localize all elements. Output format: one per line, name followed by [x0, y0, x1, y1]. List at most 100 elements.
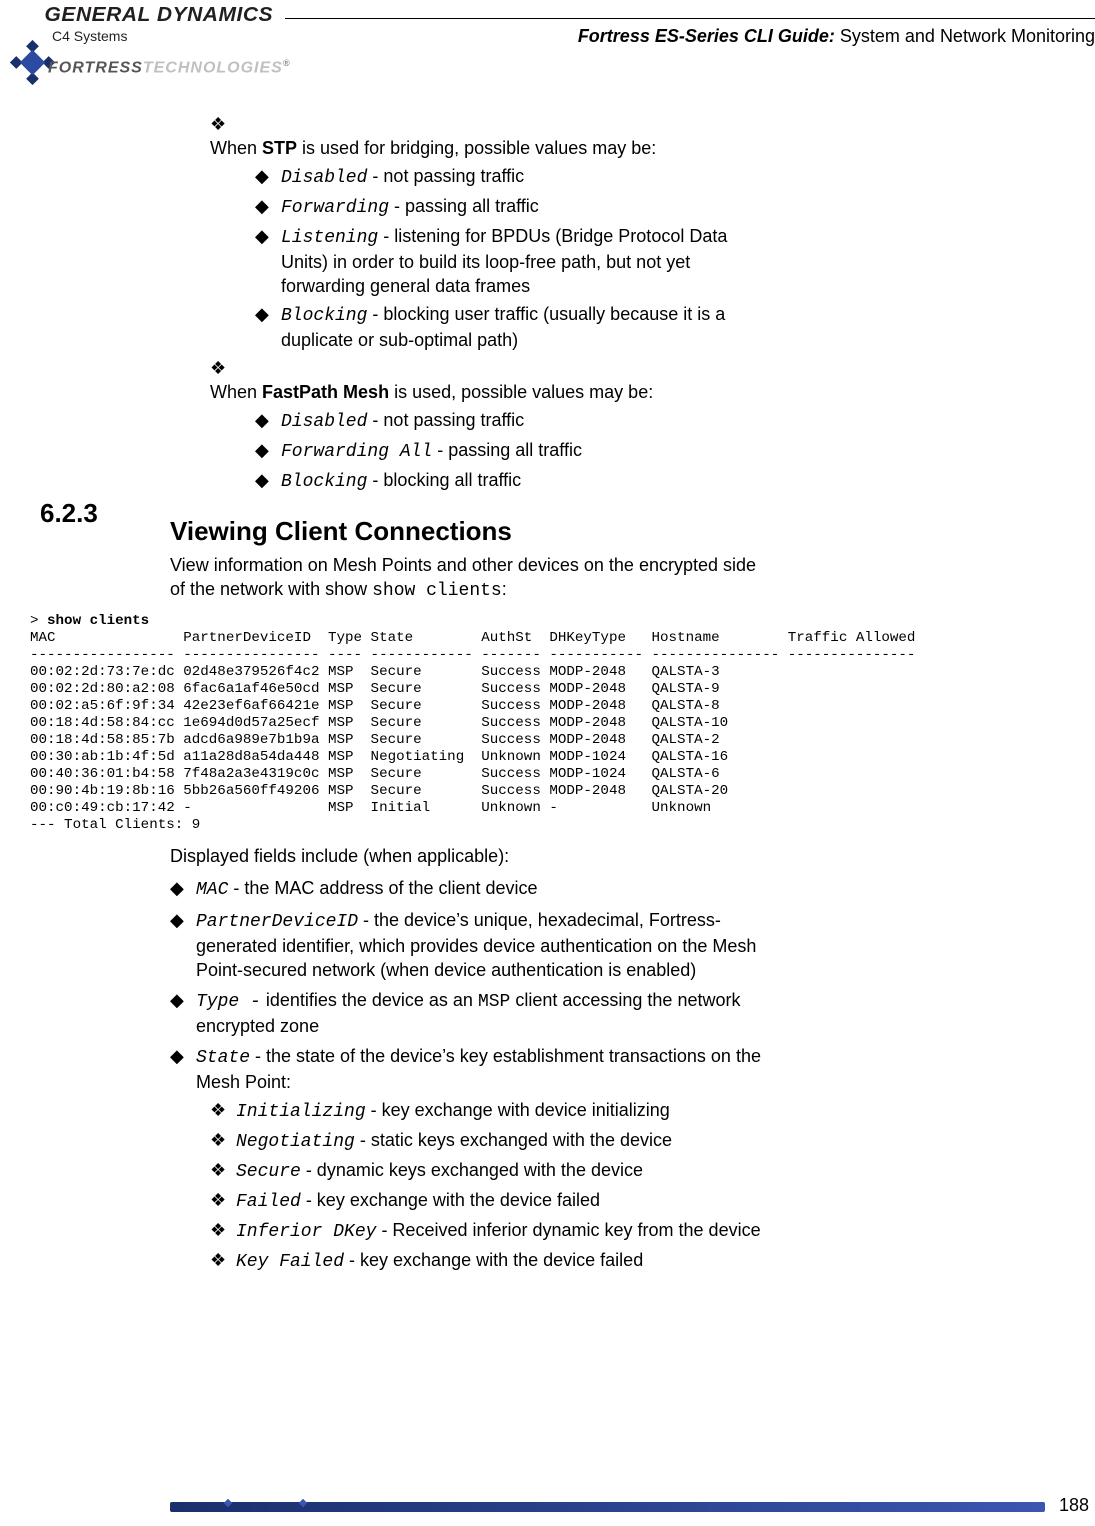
- guide-title: Fortress ES-Series CLI Guide: System and…: [578, 26, 1095, 47]
- technologies-word: TECHNOLOGIES: [143, 59, 283, 76]
- bullet-diamond-icon: ◆: [255, 408, 281, 432]
- code-value: Forwarding All: [281, 442, 432, 462]
- cli-line: 00:02:2d:73:7e:dc 02d48e379526f4c2 MSP S…: [30, 664, 720, 680]
- state-code: Initializing: [236, 1102, 366, 1122]
- section-heading: Viewing Client Connections: [170, 516, 770, 547]
- state-desc: - key exchange with device initializing: [366, 1100, 670, 1120]
- state-sublist: ❖Initializing - key exchange with device…: [170, 1098, 770, 1274]
- bullet-cross-icon: ❖: [210, 1188, 236, 1212]
- cli-line: 00:c0:49:cb:17:42 - MSP Initial Unknown …: [30, 800, 711, 816]
- fpm-values: ◆Disabled - not passing traffic ◆Forward…: [210, 408, 770, 494]
- list-item: ❖Secure - dynamic keys exchanged with th…: [210, 1158, 770, 1184]
- registered-mark: ®: [283, 58, 291, 68]
- bullet-diamond-icon: ◆: [255, 468, 281, 492]
- fields-list: ◆MAC - the MAC address of the client dev…: [170, 876, 770, 1274]
- bullet-cross-icon: ❖: [210, 112, 236, 136]
- value-desc: - not passing traffic: [367, 410, 524, 430]
- field-item: ◆MAC - the MAC address of the client dev…: [170, 876, 770, 902]
- state-desc: - Received inferior dynamic key from the…: [376, 1220, 760, 1240]
- fields-column: Displayed fields include (when applicabl…: [170, 844, 770, 1274]
- section-intro-cmd: show clients: [372, 581, 502, 601]
- cli-line: 00:02:a5:6f:9f:34 42e23ef6af66421e MSP S…: [30, 698, 720, 714]
- page-header: GENERAL DYNAMICS C4 Systems FORTRESSTECH…: [0, 0, 1095, 95]
- bullet-cross-icon: ❖: [210, 1158, 236, 1182]
- page-number: 188: [1059, 1495, 1089, 1516]
- bullet-diamond-icon: ◆: [170, 876, 196, 900]
- field-desc: - the MAC address of the client device: [228, 878, 537, 898]
- bullet-cross-icon: ❖: [210, 1098, 236, 1122]
- page-content: ❖ When STP is used for bridging, possibl…: [0, 108, 1095, 1280]
- list-item: ◆Disabled - not passing traffic: [255, 164, 770, 190]
- field-code: PartnerDeviceID: [196, 912, 358, 932]
- cli-line: --- Total Clients: 9: [30, 817, 200, 833]
- field-item: ◆PartnerDeviceID - the device’s unique, …: [170, 908, 770, 982]
- list-item: ◆Listening - listening for BPDUs (Bridge…: [255, 224, 770, 298]
- cli-line: 00:40:36:01:b4:58 7f48a2a3e4319c0c MSP S…: [30, 766, 720, 782]
- stp-bold: STP: [262, 138, 297, 158]
- value-desc: - passing all traffic: [432, 440, 582, 460]
- list-item: ◆Forwarding All - passing all traffic: [255, 438, 770, 464]
- cli-line: 00:18:4d:58:85:7b adcd6a989e7b1b9a MSP S…: [30, 732, 720, 748]
- fpm-intro-item: ❖ When FastPath Mesh is used, possible v…: [210, 356, 770, 494]
- code-value: Disabled: [281, 412, 367, 432]
- value-desc: - blocking all traffic: [367, 470, 521, 490]
- state-code: Key Failed: [236, 1252, 344, 1272]
- field-item: ◆State - the state of the device’s key e…: [170, 1044, 770, 1274]
- fpm-bold: FastPath Mesh: [262, 382, 389, 402]
- field-code: State: [196, 1048, 250, 1068]
- stp-intro-item: ❖ When STP is used for bridging, possibl…: [210, 112, 770, 352]
- guide-title-rest: System and Network Monitoring: [835, 26, 1095, 46]
- section-intro: View information on Mesh Points and othe…: [170, 553, 770, 603]
- field-desc-a: identifies the device as an: [261, 990, 478, 1010]
- fields-intro: Displayed fields include (when applicabl…: [170, 844, 770, 868]
- cli-line: 00:30:ab:1b:4f:5d a11a28d8a54da448 MSP N…: [30, 749, 728, 765]
- field-item: ◆Type - identifies the device as an MSP …: [170, 988, 770, 1038]
- cli-line: 00:02:2d:80:a2:08 6fac6a1af46e50cd MSP S…: [30, 681, 720, 697]
- bullet-diamond-icon: ◆: [170, 988, 196, 1012]
- field-desc: - the state of the device’s key establis…: [196, 1046, 761, 1092]
- list-item: ❖Key Failed - key exchange with the devi…: [210, 1248, 770, 1274]
- fpm-intro-text: When FastPath Mesh is used, possible val…: [210, 380, 740, 404]
- state-desc: - static keys exchanged with the device: [355, 1130, 672, 1150]
- bullet-diamond-icon: ◆: [255, 194, 281, 218]
- general-dynamics-logo: GENERAL DYNAMICS: [45, 4, 274, 27]
- bullet-cross-icon: ❖: [210, 1128, 236, 1152]
- fpm-intro-a: When: [210, 382, 262, 402]
- code-value: Blocking: [281, 306, 367, 326]
- state-code: Secure: [236, 1162, 301, 1182]
- bullet-diamond-icon: ◆: [255, 438, 281, 462]
- field-desc-code: MSP: [478, 992, 510, 1012]
- cli-command: show clients: [47, 613, 149, 629]
- bullet-cross-icon: ❖: [210, 1248, 236, 1272]
- cli-prompt: >: [30, 613, 47, 629]
- bullet-cross-icon: ❖: [210, 356, 236, 380]
- code-value: Disabled: [281, 168, 367, 188]
- section-intro-b: :: [502, 579, 507, 599]
- state-code: Inferior DKey: [236, 1222, 376, 1242]
- list-item: ❖Failed - key exchange with the device f…: [210, 1188, 770, 1214]
- gd-subtitle: C4 Systems: [52, 28, 127, 44]
- value-desc: - passing all traffic: [389, 196, 539, 216]
- stp-values: ◆Disabled - not passing traffic ◆Forward…: [210, 164, 770, 352]
- cli-output: > show clients MAC PartnerDeviceID Type …: [30, 613, 1095, 834]
- bullet-cross-icon: ❖: [210, 1218, 236, 1242]
- cli-line: 00:90:4b:19:8b:16 5bb26a560ff49206 MSP S…: [30, 783, 728, 799]
- list-item: ❖Inferior DKey - Received inferior dynam…: [210, 1218, 770, 1244]
- state-desc: - dynamic keys exchanged with the device: [301, 1160, 643, 1180]
- state-code: Failed: [236, 1192, 301, 1212]
- state-code: Negotiating: [236, 1132, 355, 1152]
- bullet-diamond-icon: ◆: [170, 908, 196, 932]
- cli-line: 00:18:4d:58:84:cc 1e694d0d57a25ecf MSP S…: [30, 715, 728, 731]
- bullet-diamond-icon: ◆: [255, 302, 281, 326]
- state-desc: - key exchange with the device failed: [344, 1250, 643, 1270]
- list-item: ◆Blocking - blocking user traffic (usual…: [255, 302, 770, 352]
- value-desc: - not passing traffic: [367, 166, 524, 186]
- code-value: Listening: [281, 228, 378, 248]
- stp-list: ❖ When STP is used for bridging, possibl…: [170, 112, 770, 494]
- code-value: Forwarding: [281, 198, 389, 218]
- body-column: ❖ When STP is used for bridging, possibl…: [170, 112, 770, 603]
- fortress-technologies-logo: FORTRESSTECHNOLOGIES®: [48, 58, 290, 77]
- fortress-word: FORTRESS: [48, 59, 143, 76]
- header-rule: [285, 18, 1095, 19]
- cli-line: ----------------- ---------------- ---- …: [30, 647, 915, 663]
